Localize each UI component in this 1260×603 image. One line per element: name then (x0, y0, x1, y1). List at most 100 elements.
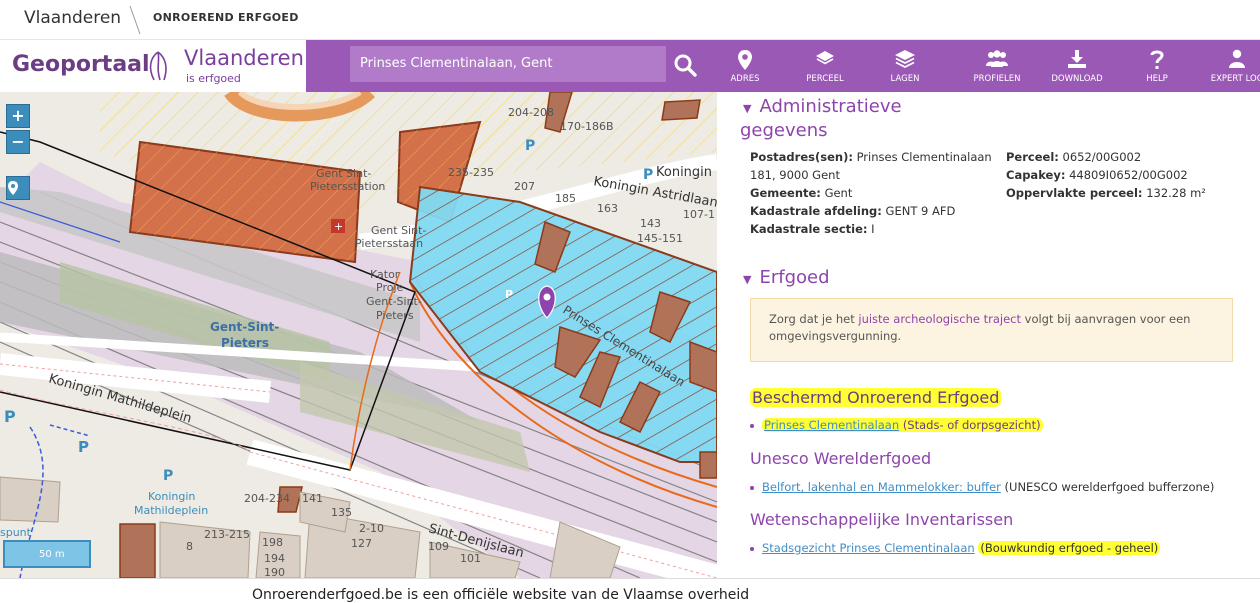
nav-label: ADRES (730, 74, 760, 84)
map-view[interactable]: + P P P P P P Gent Sint- Pietersstation … (0, 92, 717, 578)
list-item: Stadsgezicht Prinses Clementinalaan (Bou… (750, 541, 1161, 555)
unesco-link[interactable]: Belfort, lakenhal en Mammelokker: buffer (762, 480, 1001, 494)
help-icon (1150, 50, 1164, 69)
postadres-field: Postadres(sen): Prinses Clementinalaan 18… (750, 150, 992, 182)
svg-text:P: P (525, 138, 535, 154)
nav-label: DOWNLOAD (1051, 74, 1103, 84)
users-icon (986, 50, 1008, 67)
section-title[interactable]: ONROEREND ERFGOED (153, 11, 299, 24)
layers-stack-icon (895, 50, 915, 69)
layers-diamond-icon (816, 51, 834, 65)
scale-label: 50 m (39, 549, 65, 560)
zoom-out-button[interactable]: − (6, 130, 30, 154)
nav-adres-button[interactable]: ADRES (710, 40, 780, 92)
svg-text:P: P (163, 468, 173, 484)
list-item: Belfort, lakenhal en Mammelokker: buffer… (750, 480, 1214, 494)
map-label: Gent Sint- (371, 224, 426, 237)
afdeling-field: Kadastrale afdeling: GENT 9 AFD (750, 204, 956, 218)
beschermd-link[interactable]: Prinses Clementinalaan (764, 418, 899, 432)
nav-expert-login-button[interactable]: EXPERT LOG (1202, 40, 1260, 92)
beschermd-heading: Beschermd Onroerend Erfgoed (750, 388, 1002, 407)
map-label: 213-215 (204, 528, 250, 541)
map-label: 107-1 (683, 208, 715, 221)
gemeente-field: Gemeente: Gent (750, 186, 853, 200)
list-item: Prinses Clementinalaan (Stads- of dorpsg… (750, 418, 1043, 432)
map-label: Pieters (221, 336, 269, 350)
logo-tagline: is erfgoed (186, 72, 241, 85)
map-label: 141 (302, 492, 323, 505)
admin-section-toggle[interactable]: ▼ Administratieve (743, 95, 953, 121)
map-label: 135 (331, 506, 352, 519)
svg-text:P: P (78, 438, 89, 456)
svg-text:P: P (643, 167, 653, 183)
map-label: 8 (186, 540, 193, 553)
search-input[interactable]: Prinses Clementinalaan, Gent (350, 46, 666, 82)
map-label: Koningin (656, 165, 712, 180)
user-icon (1229, 49, 1245, 68)
nav-label: EXPERT LOG (1210, 74, 1260, 84)
footer-text: Onroerenderfgoed.be is een officiële web… (252, 587, 750, 603)
vlaanderen-brand[interactable]: Vlaanderen (24, 8, 121, 28)
map-label: Gent-Sint- (366, 295, 422, 308)
oppervlakte-field: Oppervlakte perceel: 132.28 m² (1006, 186, 1206, 200)
vlaanderen-logo[interactable]: Vlaanderen (184, 46, 304, 70)
flemish-lion-icon (149, 51, 167, 81)
map-label: Kator (370, 268, 400, 281)
caret-down-icon: ▼ (743, 273, 752, 286)
map-label: Mathildeplein (134, 504, 208, 517)
nav-label: LAGEN (890, 74, 920, 84)
footer: Onroerenderfgoed.be is een officiële web… (0, 578, 1260, 603)
map-label: Pietersstaan (355, 237, 423, 250)
erfgoed-title: Erfgoed (759, 267, 830, 288)
map-label: spunt (0, 526, 32, 539)
nav-lagen-button[interactable]: LAGEN (870, 40, 940, 92)
geoportaal-header: Geoportaal Vlaanderen is erfgoed Prinses… (0, 40, 1260, 92)
svg-text:P: P (505, 288, 513, 301)
map-label: 101 (460, 552, 481, 565)
search-icon[interactable] (672, 52, 698, 78)
archeologie-notice: Zorg dat je het juiste archeologische tr… (750, 298, 1233, 362)
info-panel[interactable]: ▼ Administratieve gegevens Postadres(sen)… (717, 92, 1260, 578)
nav-profielen-button[interactable]: PROFIELEN (962, 40, 1032, 92)
locate-button[interactable] (6, 176, 30, 200)
admin-title: Administratieve (759, 96, 902, 117)
map-canvas[interactable]: + P P P P P P Gent Sint- Pietersstation … (0, 92, 717, 578)
map-label: 190 (264, 566, 285, 578)
wetenschappelijke-heading: Wetenschappelijke Inventarissen (750, 510, 1014, 529)
map-label: 198 (262, 536, 283, 549)
map-label: Proje (376, 281, 404, 294)
zoom-in-button[interactable]: + (6, 104, 30, 128)
map-pin-icon (8, 181, 18, 195)
download-icon (1068, 50, 1086, 68)
map-pin-icon (738, 50, 752, 70)
map-label: Gent-Sint- (210, 320, 279, 334)
nav-download-button[interactable]: DOWNLOAD (1042, 40, 1112, 92)
svg-text:+: + (334, 220, 343, 233)
map-label: 185 (555, 192, 576, 205)
archeologie-link[interactable]: juiste archeologische traject (858, 312, 1021, 326)
nav-label: PERCEEL (806, 74, 844, 84)
erfgoed-section-toggle[interactable]: ▼ Erfgoed (743, 266, 830, 292)
map-label: 145-151 (637, 232, 683, 245)
map-label: 2-10 (359, 522, 384, 535)
svg-text:P: P (4, 407, 16, 426)
separator-slash (129, 5, 141, 35)
map-label: Pieters (376, 309, 414, 322)
map-label: 194 (264, 552, 285, 565)
caret-down-icon: ▼ (743, 102, 752, 115)
nav-label: HELP (1146, 74, 1168, 84)
inventaris-link[interactable]: Stadsgezicht Prinses Clementinalaan (762, 541, 975, 555)
map-label: 235-235 (448, 166, 494, 179)
map-label: 204-234 (244, 492, 290, 505)
top-bar: Vlaanderen ONROEREND ERFGOED (0, 0, 1260, 40)
map-label: 204-208 (508, 106, 554, 119)
unesco-heading: Unesco Werelderfgoed (750, 449, 932, 468)
map-label: 127 (351, 537, 372, 550)
nav-perceel-button[interactable]: PERCEEL (790, 40, 860, 92)
geoportaal-logo[interactable]: Geoportaal (12, 52, 150, 77)
nav-help-button[interactable]: HELP (1122, 40, 1192, 92)
map-label: Pietersstation (310, 180, 385, 193)
map-label: 109 (428, 540, 449, 553)
admin-title-line2: gegevens (740, 120, 828, 141)
map-label: 163 (597, 202, 618, 215)
